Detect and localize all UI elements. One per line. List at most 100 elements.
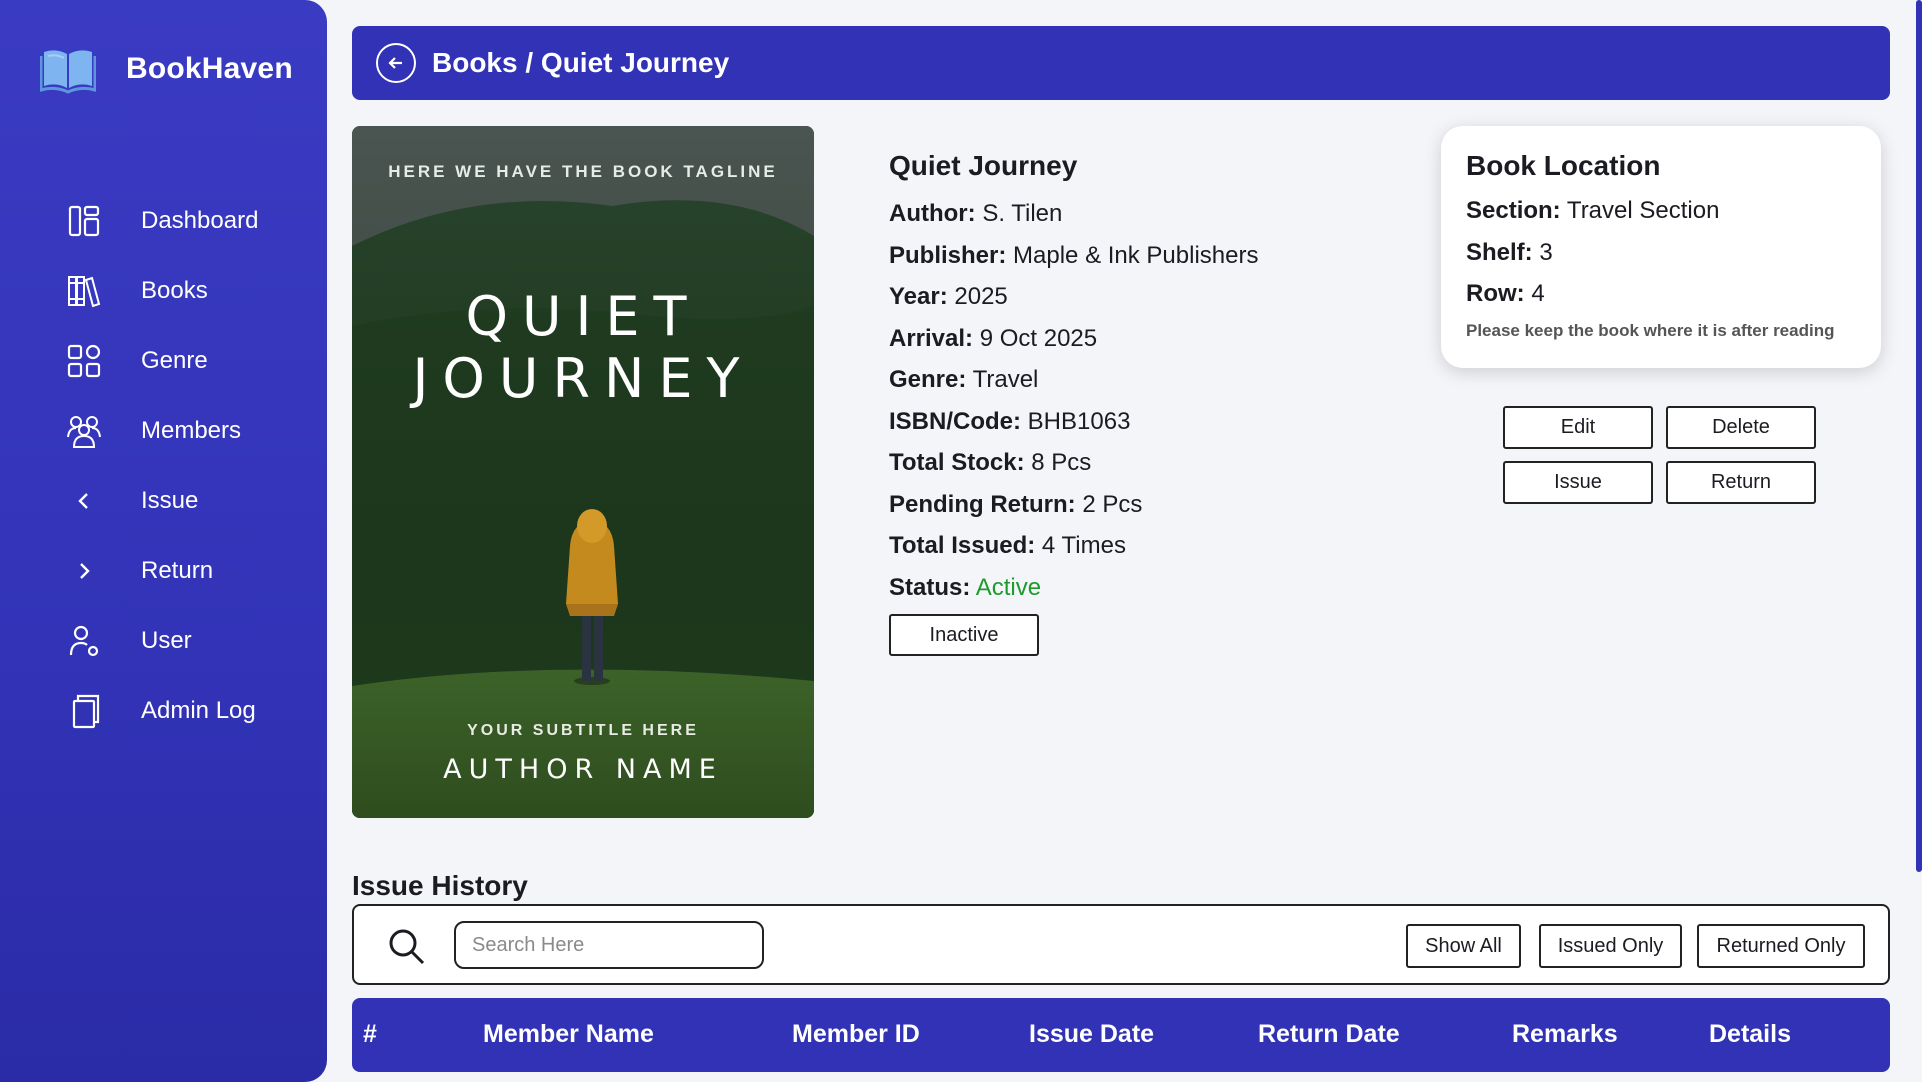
detail-genre: Genre: Travel bbox=[889, 359, 1258, 401]
detail-label: Total Stock: bbox=[889, 449, 1025, 476]
sidebar-item-label: User bbox=[141, 627, 192, 654]
column-header-issue-date[interactable]: Issue Date bbox=[1029, 1020, 1154, 1049]
detail-label: Status: bbox=[889, 573, 971, 601]
arrow-left-icon bbox=[388, 57, 402, 69]
detail-value: 8 Pcs bbox=[1031, 449, 1092, 476]
book-cover-image: HERE WE HAVE THE BOOK TAGLINE QUIET JOUR… bbox=[352, 126, 814, 818]
sidebar-item-admin-log[interactable]: Admin Log bbox=[0, 676, 327, 746]
cover-tagline: HERE WE HAVE THE BOOK TAGLINE bbox=[388, 162, 778, 181]
search-icon[interactable] bbox=[386, 926, 426, 966]
column-header-member-name[interactable]: Member Name bbox=[483, 1020, 654, 1049]
sidebar-nav: Dashboard Books Genre Members Issue Retu… bbox=[0, 186, 327, 746]
members-icon bbox=[64, 411, 104, 451]
detail-value: S. Tilen bbox=[982, 200, 1063, 227]
sidebar: BookHaven Dashboard Books Genre Members … bbox=[0, 0, 327, 1082]
location-label: Section: bbox=[1466, 197, 1561, 224]
detail-isbn: ISBN/Code: BHB1063 bbox=[889, 401, 1258, 443]
cover-scene bbox=[352, 126, 814, 818]
chevron-right-icon bbox=[64, 551, 104, 591]
delete-button[interactable]: Delete bbox=[1666, 406, 1816, 449]
detail-label: Pending Return: bbox=[889, 490, 1076, 518]
location-value: Travel Section bbox=[1566, 197, 1720, 224]
detail-value: Maple & Ink Publishers bbox=[1013, 241, 1259, 269]
detail-value: Travel bbox=[972, 366, 1039, 393]
location-label: Row: bbox=[1466, 280, 1525, 307]
breadcrumb: Books / Quiet Journey bbox=[432, 47, 730, 78]
detail-publisher: Publisher: Maple & Ink Publishers bbox=[889, 235, 1258, 277]
detail-author: Author: S. Tilen bbox=[889, 193, 1258, 235]
detail-value: 9 Oct 2025 bbox=[979, 324, 1098, 352]
sidebar-item-user[interactable]: User bbox=[0, 606, 327, 676]
location-value: 3 bbox=[1539, 238, 1553, 266]
detail-label: ISBN/Code: bbox=[889, 407, 1021, 435]
location-section: Section: Travel Section bbox=[1466, 190, 1881, 232]
sidebar-item-label: Return bbox=[141, 557, 214, 584]
cover-subtitle: YOUR SUBTITLE HERE bbox=[467, 722, 699, 739]
detail-label: Year: bbox=[889, 283, 948, 310]
dashboard-icon bbox=[64, 201, 104, 241]
sidebar-item-genre[interactable]: Genre bbox=[0, 326, 327, 396]
detail-label: Total Issued: bbox=[889, 532, 1036, 559]
return-button[interactable]: Return bbox=[1666, 461, 1816, 504]
issue-history-filter-bar: Show All Issued Only Returned Only bbox=[352, 904, 1890, 985]
issue-button[interactable]: Issue bbox=[1503, 461, 1653, 504]
page-scrollbar[interactable] bbox=[1916, 0, 1922, 872]
cover-title-line: QUIET bbox=[465, 285, 701, 348]
book-location-card: Book Location Section: Travel Section Sh… bbox=[1441, 126, 1881, 368]
search-input[interactable] bbox=[454, 921, 764, 969]
location-value: 4 bbox=[1531, 280, 1545, 307]
user-icon bbox=[64, 621, 104, 661]
sidebar-item-members[interactable]: Members bbox=[0, 396, 327, 466]
returned-only-button[interactable]: Returned Only bbox=[1697, 924, 1865, 968]
brand-name: BookHaven bbox=[126, 52, 293, 85]
detail-label: Author: bbox=[889, 200, 976, 227]
detail-year: Year: 2025 bbox=[889, 276, 1258, 318]
sidebar-item-label: Genre bbox=[141, 347, 208, 374]
detail-value: 2 Pcs bbox=[1082, 490, 1143, 518]
location-title: Book Location bbox=[1466, 150, 1661, 181]
brand[interactable]: BookHaven bbox=[40, 44, 293, 94]
sidebar-item-label: Admin Log bbox=[141, 697, 256, 724]
detail-label: Genre: bbox=[889, 366, 967, 393]
sidebar-item-return[interactable]: Return bbox=[0, 536, 327, 606]
detail-status: Status: Active bbox=[889, 567, 1258, 609]
detail-label: Arrival: bbox=[889, 324, 974, 352]
sidebar-item-dashboard[interactable]: Dashboard bbox=[0, 186, 327, 256]
cover-author: AUTHOR NAME bbox=[443, 754, 723, 785]
sidebar-item-label: Books bbox=[141, 277, 208, 304]
column-header-details[interactable]: Details bbox=[1709, 1020, 1791, 1049]
detail-total-stock: Total Stock: 8 Pcs bbox=[889, 442, 1258, 484]
detail-total-issued: Total Issued: 4 Times bbox=[889, 525, 1258, 567]
sidebar-item-label: Members bbox=[141, 417, 242, 444]
detail-value: 2025 bbox=[954, 283, 1008, 310]
status-badge: Active bbox=[975, 573, 1042, 601]
back-button[interactable] bbox=[376, 43, 416, 83]
location-shelf: Shelf: 3 bbox=[1466, 232, 1881, 274]
cover-title-line: JOURNEY bbox=[412, 347, 754, 410]
column-header-remarks[interactable]: Remarks bbox=[1512, 1020, 1618, 1049]
location-note: Please keep the book where it is after r… bbox=[1466, 320, 1835, 340]
location-label: Shelf: bbox=[1466, 238, 1533, 266]
edit-button[interactable]: Edit bbox=[1503, 406, 1653, 449]
show-all-button[interactable]: Show All bbox=[1406, 924, 1521, 968]
books-icon bbox=[64, 271, 104, 311]
page-header: Books / Quiet Journey bbox=[352, 26, 1890, 100]
sidebar-item-label: Issue bbox=[141, 487, 199, 514]
sidebar-item-books[interactable]: Books bbox=[0, 256, 327, 326]
copy-icon bbox=[64, 691, 104, 731]
grid-icon bbox=[64, 341, 104, 381]
column-header-member-id[interactable]: Member ID bbox=[792, 1020, 920, 1049]
sidebar-item-issue[interactable]: Issue bbox=[0, 466, 327, 536]
detail-value: BHB1063 bbox=[1027, 407, 1131, 435]
detail-label: Publisher: bbox=[889, 241, 1007, 269]
column-header-return-date[interactable]: Return Date bbox=[1258, 1020, 1400, 1049]
detail-pending-return: Pending Return: 2 Pcs bbox=[889, 484, 1258, 526]
book-details: Quiet Journey Author: S. Tilen Publisher… bbox=[889, 150, 1258, 608]
issue-history-table-header: # Member Name Member ID Issue Date Retur… bbox=[352, 998, 1890, 1072]
column-header-index[interactable]: # bbox=[363, 1020, 377, 1049]
set-inactive-button[interactable]: Inactive bbox=[889, 614, 1039, 656]
app: BookHaven Dashboard Books Genre Members … bbox=[0, 0, 1922, 1082]
location-row: Row: 4 bbox=[1466, 273, 1881, 315]
cover-title: QUIET JOURNEY bbox=[352, 286, 814, 410]
issued-only-button[interactable]: Issued Only bbox=[1539, 924, 1682, 968]
